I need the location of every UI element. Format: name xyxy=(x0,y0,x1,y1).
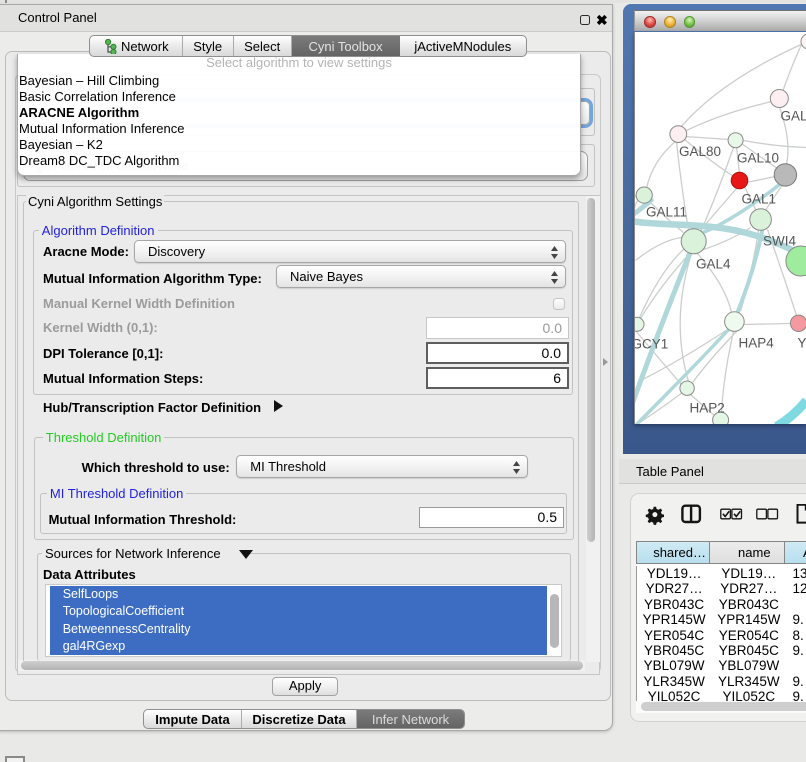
svg-text:SWI4: SWI4 xyxy=(763,233,796,248)
svg-text:HAP4: HAP4 xyxy=(739,335,775,350)
svg-text:Y: Y xyxy=(798,335,806,350)
svg-text:GAL10: GAL10 xyxy=(737,150,779,165)
svg-text:GAL1: GAL1 xyxy=(742,191,776,206)
svg-text:GAL11: GAL11 xyxy=(646,204,687,219)
svg-text:GAL: GAL xyxy=(781,108,806,123)
svg-text:GAL80: GAL80 xyxy=(679,143,721,158)
svg-text:GCY1: GCY1 xyxy=(635,336,668,351)
svg-text:HAP2: HAP2 xyxy=(690,400,725,415)
svg-text:GAL4: GAL4 xyxy=(696,256,731,271)
